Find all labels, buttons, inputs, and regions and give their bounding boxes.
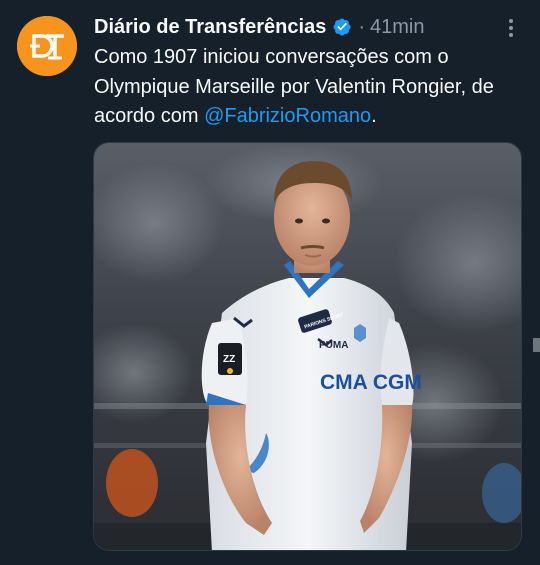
mention-link[interactable]: @FabrizioRomano: [204, 105, 371, 127]
more-options-icon[interactable]: [498, 14, 524, 42]
dt-logo-icon: [17, 16, 77, 76]
separator-dot: ·: [358, 15, 365, 38]
badge-text: ZZ: [223, 354, 235, 365]
tweet-header: Diário de Transferências · 41min: [94, 13, 424, 41]
tweet-text-end: .: [371, 105, 377, 127]
author-display-name[interactable]: Diário de Transferências: [94, 16, 326, 39]
tweet-timestamp[interactable]: 41min: [370, 16, 424, 39]
tweet-text: Como 1907 iniciou conversações com o Oly…: [94, 43, 530, 132]
scrollbar-thumb[interactable]: [533, 338, 540, 352]
tweet-photo[interactable]: CMA CGM PUMA PARIONS SPORT ZZ: [93, 142, 522, 551]
verified-badge-icon: [332, 17, 352, 37]
tweet[interactable]: Diário de Transferências · 41min Como 19…: [0, 0, 540, 565]
player-photo: CMA CGM PUMA PARIONS SPORT ZZ: [94, 143, 521, 550]
author-avatar[interactable]: [17, 16, 77, 76]
jersey-sponsor-text: CMA CGM: [320, 371, 422, 394]
